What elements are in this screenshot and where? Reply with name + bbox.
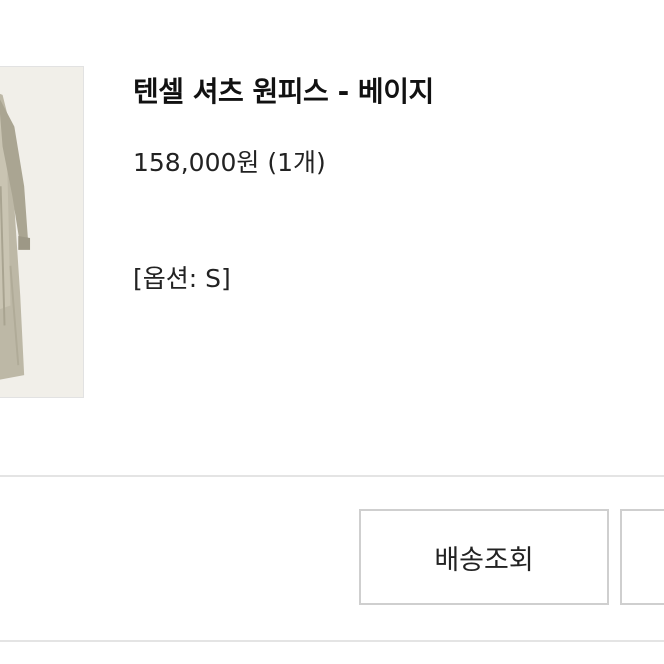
- product-thumbnail[interactable]: [0, 66, 84, 398]
- product-price: 158,000원 (1개): [133, 148, 326, 177]
- section-divider: [0, 475, 664, 477]
- section-divider-bottom: [0, 640, 664, 642]
- track-delivery-button[interactable]: 배송조회: [359, 509, 609, 605]
- order-item-page: 텐셀 셔츠 원피스 - 베이지 158,000원 (1개) [옵션: S] 배송…: [0, 0, 664, 664]
- product-option: [옵션: S]: [133, 264, 231, 293]
- secondary-action-button[interactable]: [620, 509, 664, 605]
- product-title[interactable]: 텐셀 셔츠 원피스 - 베이지: [133, 70, 434, 110]
- dress-image: [0, 67, 83, 397]
